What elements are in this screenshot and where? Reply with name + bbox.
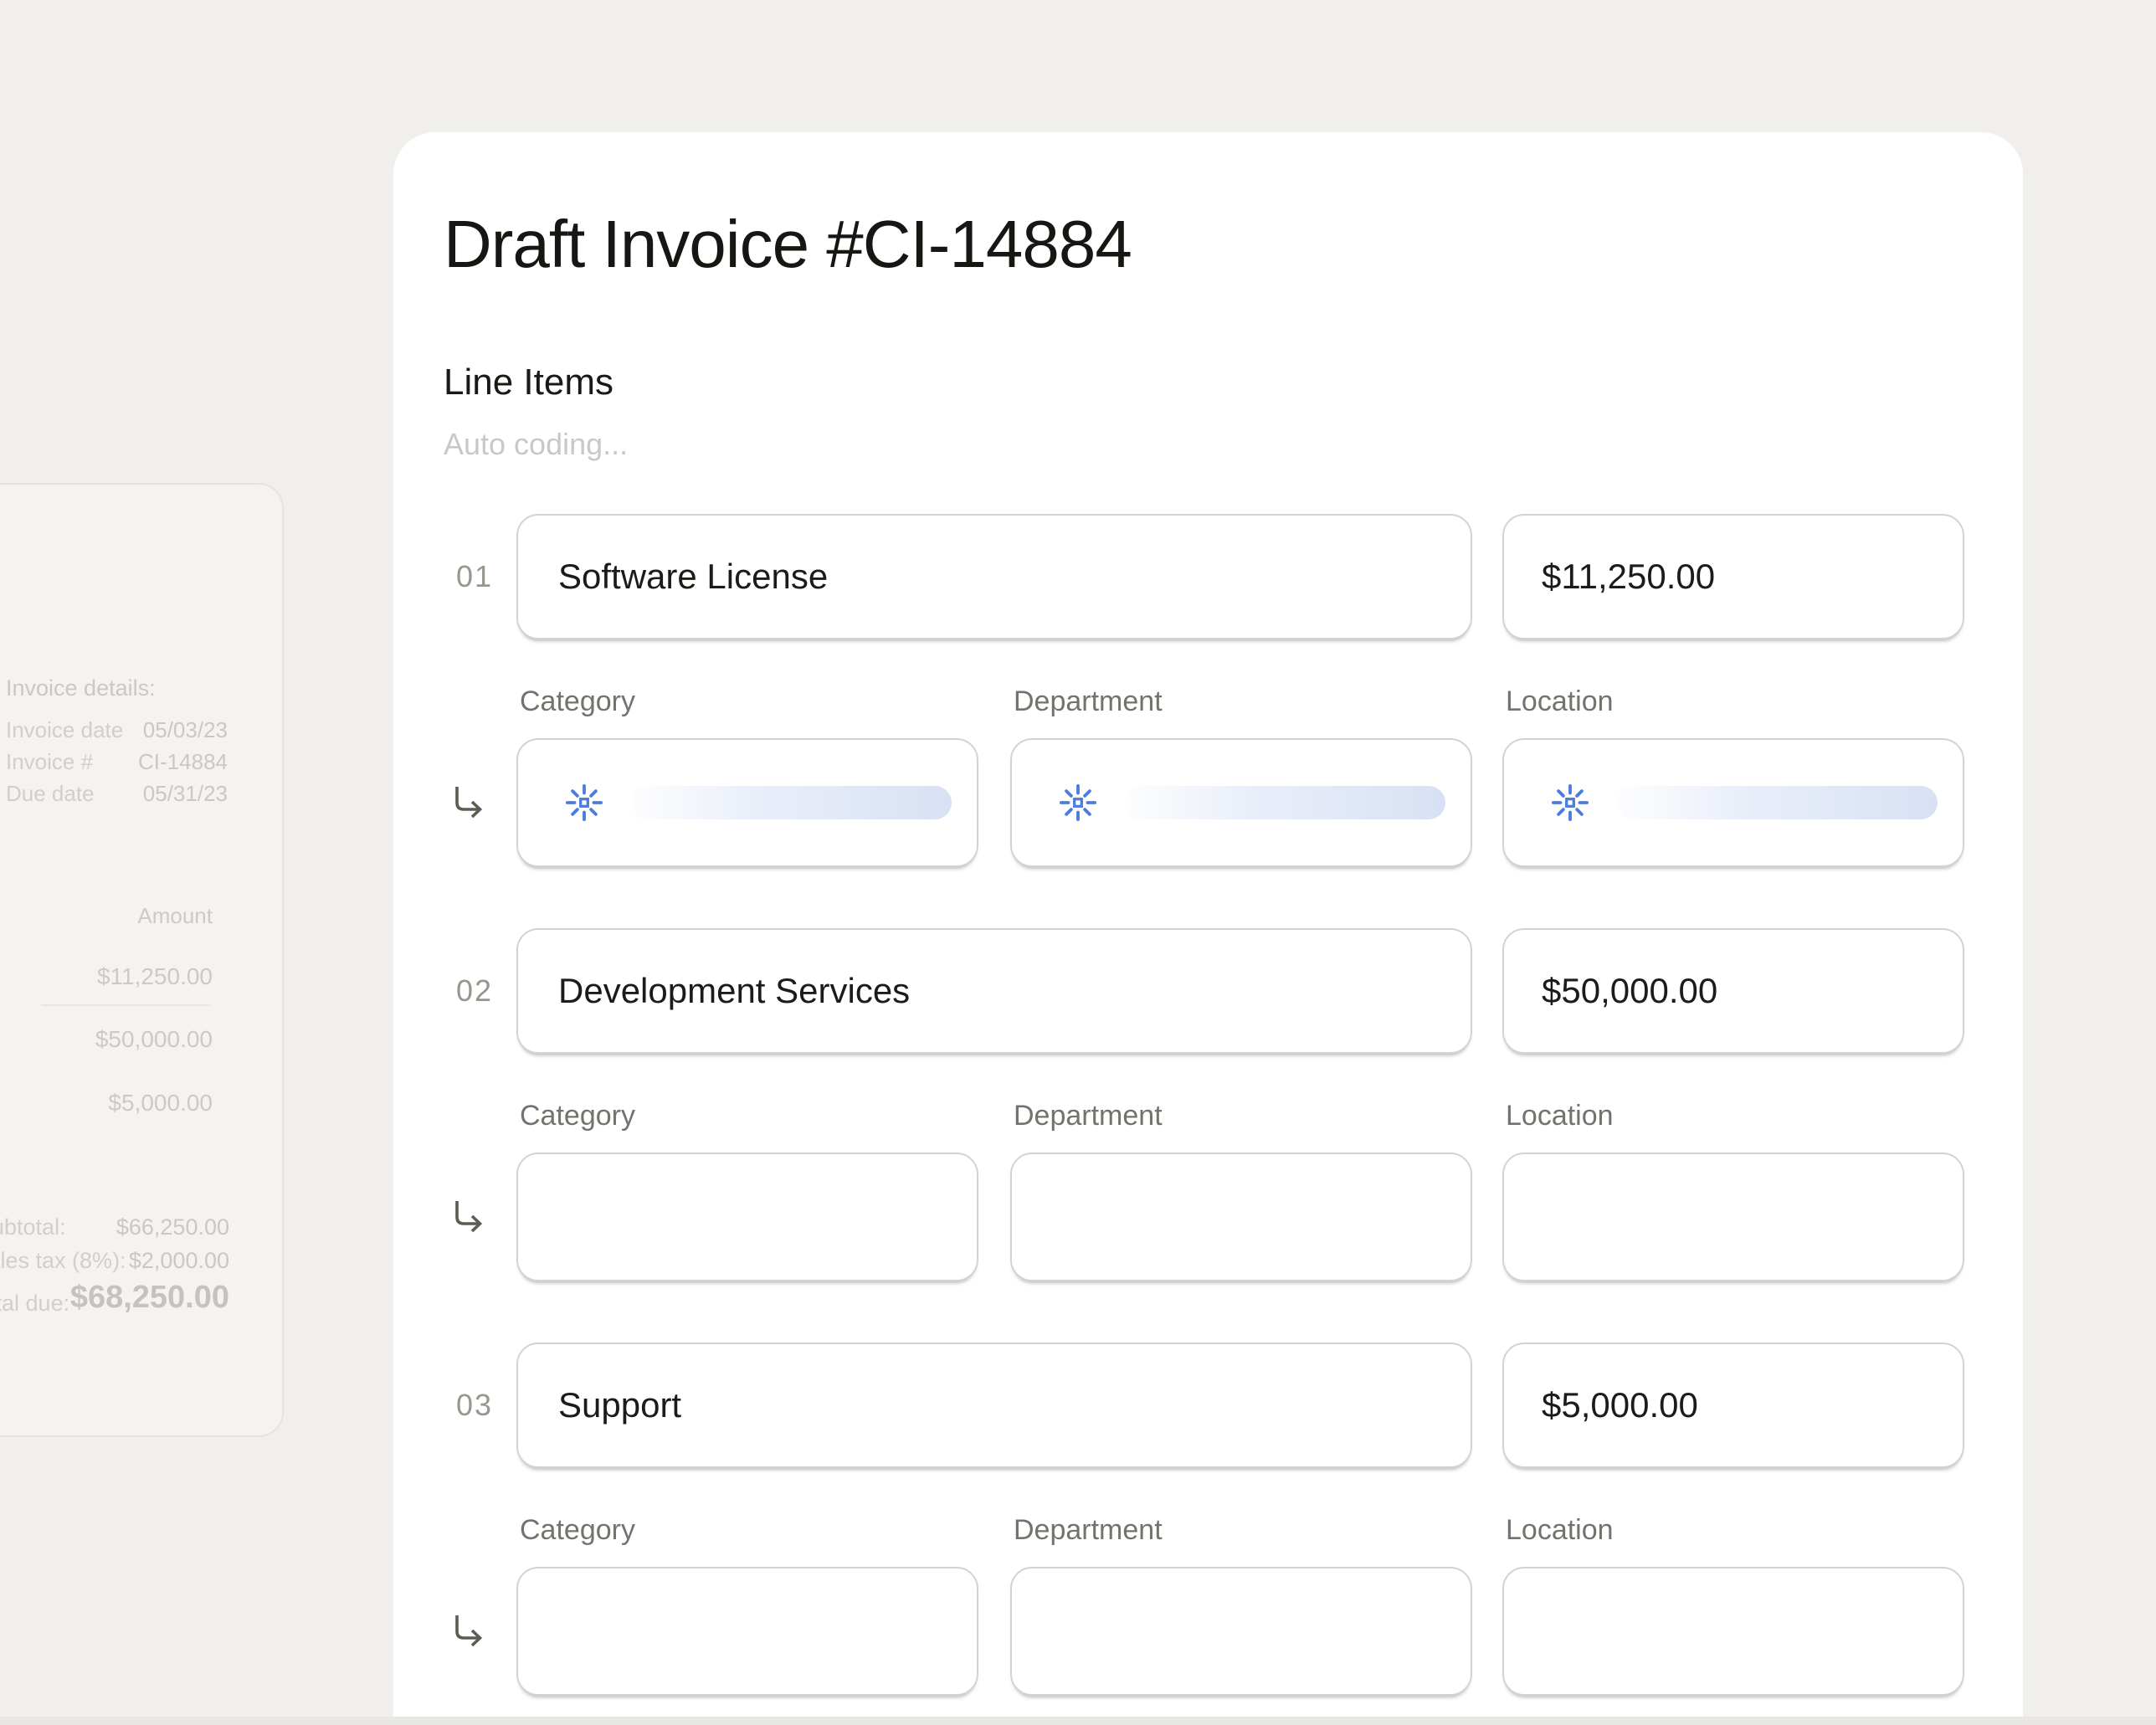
item-amount-text: $11,250.00 xyxy=(1542,557,1715,597)
sparkle-spinner-icon xyxy=(1059,783,1097,822)
item-name-input[interactable]: Software License xyxy=(516,514,1472,639)
preview-amount-2: $50,000.00 xyxy=(49,1026,213,1053)
item-amount-text: $50,000.00 xyxy=(1542,971,1717,1011)
department-label: Department xyxy=(1010,1514,1472,1547)
corner-down-right-arrow-icon xyxy=(449,1199,486,1235)
item-name-input[interactable]: Development Services xyxy=(516,928,1472,1054)
preview-divider xyxy=(41,1004,210,1006)
line-items-list: 01 Software License $11,250.00 Category … xyxy=(393,514,2023,1696)
location-label: Location xyxy=(1502,1100,1964,1132)
corner-down-right-arrow-icon xyxy=(449,785,486,820)
due-date-value: 05/31/23 xyxy=(94,781,228,807)
invoice-preview-card: Invoice details: Invoice date 05/03/23 I… xyxy=(0,483,284,1437)
loading-shimmer-bar xyxy=(1124,786,1445,819)
item-name-text: Software License xyxy=(558,557,828,597)
item-amount-input[interactable]: $11,250.00 xyxy=(1502,514,1964,639)
sparkle-spinner-icon xyxy=(565,783,603,822)
line-item-number: 01 xyxy=(456,559,493,594)
location-label: Location xyxy=(1502,685,1964,718)
auto-coding-status: Auto coding... xyxy=(444,426,2023,462)
item-name-text: Development Services xyxy=(558,971,910,1011)
loading-shimmer-bar xyxy=(1616,786,1938,819)
category-label: Category xyxy=(516,1100,978,1132)
item-amount-text: $5,000.00 xyxy=(1542,1385,1698,1425)
location-input[interactable] xyxy=(1502,1153,1964,1281)
location-label: Location xyxy=(1502,1514,1964,1547)
location-input[interactable] xyxy=(1502,1567,1964,1696)
line-item-number: 02 xyxy=(456,973,493,1009)
draft-invoice-card: Draft Invoice #CI-14884 Line Items Auto … xyxy=(393,132,2023,1725)
app-background: Invoice details: Invoice date 05/03/23 I… xyxy=(0,0,2156,1725)
category-input[interactable] xyxy=(516,1153,978,1281)
invoice-details-heading: Invoice details: xyxy=(6,675,156,701)
item-name-text: Support xyxy=(558,1385,681,1425)
sparkle-spinner-icon xyxy=(1551,783,1589,822)
department-label: Department xyxy=(1010,1100,1472,1132)
preview-amount-1: $11,250.00 xyxy=(49,963,213,990)
page-bottom-edge xyxy=(0,1717,2156,1725)
department-input[interactable] xyxy=(1010,1153,1472,1281)
invoice-number-label: Invoice # xyxy=(6,749,93,775)
line-item-row: 01 Software License $11,250.00 Category … xyxy=(393,514,2023,867)
line-item-number: 03 xyxy=(456,1388,493,1423)
corner-down-right-arrow-icon xyxy=(449,1614,486,1649)
line-items-heading: Line Items xyxy=(444,362,2023,404)
item-amount-input[interactable]: $50,000.00 xyxy=(1502,928,1964,1054)
category-input[interactable] xyxy=(516,1567,978,1696)
page-title: Draft Invoice #CI-14884 xyxy=(444,204,2023,285)
category-input[interactable] xyxy=(516,738,978,867)
sales-tax-value: $2,000.00 xyxy=(70,1248,229,1274)
category-label: Category xyxy=(516,1514,978,1547)
preview-amount-3: $5,000.00 xyxy=(49,1090,213,1117)
loading-shimmer-bar xyxy=(630,786,952,819)
subtotal-value: $66,250.00 xyxy=(70,1214,229,1240)
amount-column-header: Amount xyxy=(70,903,213,929)
subtotal-label: Subtotal: xyxy=(0,1214,66,1240)
item-amount-input[interactable]: $5,000.00 xyxy=(1502,1343,1964,1468)
location-input[interactable] xyxy=(1502,738,1964,867)
line-item-row: 02 Development Services $50,000.00 Categ… xyxy=(393,928,2023,1281)
department-input[interactable] xyxy=(1010,738,1472,867)
invoice-date-value: 05/03/23 xyxy=(94,717,228,743)
line-item-row: 03 Support $5,000.00 Category Department… xyxy=(393,1343,2023,1696)
department-input[interactable] xyxy=(1010,1567,1472,1696)
department-label: Department xyxy=(1010,685,1472,718)
total-due-value: $68,250.00 xyxy=(45,1280,229,1316)
due-date-label: Due date xyxy=(6,781,95,807)
invoice-number-value: CI-14884 xyxy=(94,749,228,775)
category-label: Category xyxy=(516,685,978,718)
item-name-input[interactable]: Support xyxy=(516,1343,1472,1468)
